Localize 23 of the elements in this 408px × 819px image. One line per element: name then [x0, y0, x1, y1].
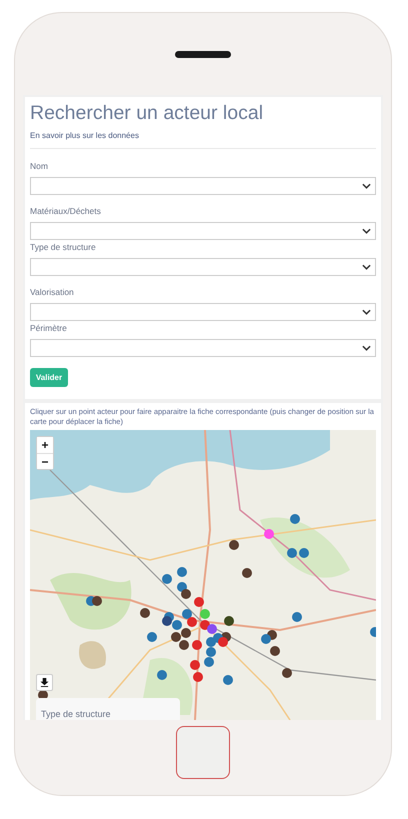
chevron-down-icon	[362, 345, 371, 351]
select-field[interactable]	[30, 339, 376, 357]
select-field[interactable]	[30, 303, 376, 321]
field-label: Matériaux/Déchets	[30, 206, 102, 216]
zoom-out-button[interactable]: −	[37, 453, 53, 469]
legend-title: Type de structure	[41, 709, 111, 719]
field-label: Type de structure	[30, 242, 97, 252]
chevron-down-icon	[362, 183, 371, 189]
chevron-down-icon	[362, 309, 371, 315]
select-field[interactable]	[30, 222, 376, 240]
home-button[interactable]	[176, 726, 230, 779]
select-field[interactable]	[30, 258, 376, 276]
download-button[interactable]	[36, 674, 53, 691]
chevron-down-icon	[362, 228, 371, 234]
chevron-down-icon	[362, 264, 371, 270]
field-label: Valorisation	[30, 287, 75, 297]
info-link[interactable]: En savoir plus sur les données	[30, 131, 376, 140]
select-field[interactable]	[30, 177, 376, 195]
speaker-slot	[175, 51, 231, 58]
field-label: Périmètre	[30, 323, 68, 333]
download-icon	[40, 678, 49, 687]
field-label: Nom	[30, 161, 49, 171]
page-title: Rechercher un acteur local	[30, 101, 264, 125]
